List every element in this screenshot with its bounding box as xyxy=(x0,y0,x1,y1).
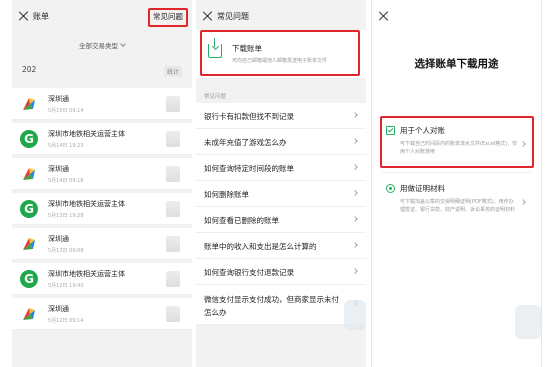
close-icon[interactable] xyxy=(203,11,213,21)
filter-label: 全部交易类型 xyxy=(79,42,118,50)
blurred-amount xyxy=(166,131,180,147)
transaction-row[interactable]: 深圳市地铁相关运营主体 5月14日 19:23 xyxy=(12,123,192,155)
chevron-right-icon xyxy=(352,164,358,170)
transaction-name: 深圳市地铁相关运营主体 xyxy=(48,270,125,278)
option-desc: 可下载加盖公章的交易明细证明(PDF格式)，用作办理签证、银行贷款、财产说明、诉… xyxy=(400,199,516,213)
month-label[interactable]: 202 xyxy=(22,65,36,74)
transaction-name: 深圳通 xyxy=(48,305,69,313)
chevron-right-icon xyxy=(352,112,358,118)
faq-question: 如何删除账单 xyxy=(204,190,249,199)
transaction-name: 深圳通 xyxy=(48,235,69,243)
faq-item[interactable]: 银行卡有扣款但找不到记录 xyxy=(196,103,366,129)
chevron-right-icon xyxy=(352,138,358,144)
faq-item[interactable]: 如何查询特定时间段的账单 xyxy=(196,155,366,181)
page-title: 账单 xyxy=(33,12,49,21)
stats-button[interactable]: 统计 xyxy=(163,66,182,77)
transaction-row[interactable]: 深圳通 5月14日 09:16 xyxy=(12,158,192,190)
transaction-time: 5月14日 19:23 xyxy=(48,143,84,149)
faq-question: 银行卡有扣款但找不到记录 xyxy=(204,112,294,121)
faq-question: 如何查看已删除的账单 xyxy=(204,216,279,225)
blurred-overlay xyxy=(344,300,366,330)
faq-question: 如何查询特定时间段的账单 xyxy=(204,164,294,173)
radio-icon xyxy=(386,184,395,193)
faq-item[interactable]: 账单中的收入和支出是怎么计算的 xyxy=(196,233,366,259)
page-title: 选择账单下载用途 xyxy=(414,58,499,70)
faq-question: 微信支付显示支付成功，但商家显示未付怎么办 xyxy=(204,295,339,317)
blurred-amount xyxy=(166,96,180,112)
transaction-time: 5月15日 09:14 xyxy=(48,108,84,114)
blurred-amount xyxy=(166,236,180,252)
transaction-name: 深圳通 xyxy=(48,165,69,173)
blurred-amount xyxy=(166,201,180,217)
month-header: 202 统计 xyxy=(12,60,192,80)
transaction-type-filter[interactable]: 全部交易类型 xyxy=(12,40,192,50)
chevron-down-icon xyxy=(120,41,126,47)
faq-item[interactable]: 如何删除账单 xyxy=(196,181,366,207)
transaction-time: 5月13日 19:28 xyxy=(48,213,84,219)
faq-question: 未成年充值了游戏怎么办 xyxy=(204,138,287,147)
faq-item[interactable]: 未成年充值了游戏怎么办 xyxy=(196,129,366,155)
bill-list-screen: 账单 常见问题 全部交易类型 202 统计 深圳通5月15日 09:14深圳市地… xyxy=(12,0,192,367)
metro-g-logo-icon xyxy=(20,270,38,288)
shenzhen-tong-logo-icon xyxy=(23,98,35,110)
divider xyxy=(382,172,531,173)
faq-item[interactable]: 微信支付显示支付成功，但商家显示未付怎么办 xyxy=(196,285,366,325)
faq-item[interactable]: 如何查询银行支付退款记录 xyxy=(196,259,366,285)
blurred-amount xyxy=(166,166,180,182)
transaction-row[interactable]: 深圳市地铁相关运营主体 5月12日 19:40 xyxy=(12,263,192,295)
faq-list: 银行卡有扣款但找不到记录 未成年充值了游戏怎么办 如何查询特定时间段的账单 如何删除账… xyxy=(196,103,366,325)
chevron-right-icon xyxy=(352,216,358,222)
transaction-time: 5月12日 19:40 xyxy=(48,283,84,289)
metro-g-logo-icon xyxy=(20,130,38,148)
option-label: 用做证明材料 xyxy=(400,184,445,193)
transaction-row[interactable]: 深圳通 5月15日 09:14 xyxy=(12,88,192,120)
transaction-row[interactable]: 深圳通 5月13日 09:08 xyxy=(12,228,192,260)
blurred-amount xyxy=(166,306,180,322)
top-bar: 常见问题 xyxy=(196,8,366,28)
faq-screen: 常见问题 下载账单 可向自己邮箱或他人邮箱发送电子账单文件 常见问题 银行卡有扣… xyxy=(196,0,366,367)
shenzhen-tong-logo-icon xyxy=(23,168,35,180)
close-icon[interactable] xyxy=(379,11,389,21)
faq-question: 如何查询银行支付退款记录 xyxy=(204,268,294,277)
blurred-amount xyxy=(166,271,180,287)
shenzhen-tong-logo-icon xyxy=(23,238,35,250)
transaction-row[interactable]: 深圳通 5月12日 09:14 xyxy=(12,298,192,330)
chevron-right-icon xyxy=(352,242,358,248)
blurred-overlay xyxy=(515,305,541,339)
faq-item[interactable]: 如何查看已删除的账单 xyxy=(196,207,366,233)
highlight-faq xyxy=(148,8,188,27)
faq-question: 账单中的收入和支出是怎么计算的 xyxy=(204,242,317,251)
chevron-right-icon xyxy=(520,199,526,205)
transaction-name: 深圳市地铁相关运营主体 xyxy=(48,200,125,208)
transaction-row[interactable]: 深圳市地铁相关运营主体 5月13日 19:28 xyxy=(12,193,192,225)
highlight-personal xyxy=(380,116,534,168)
transaction-time: 5月13日 09:08 xyxy=(48,248,84,254)
transaction-time: 5月14日 09:16 xyxy=(48,178,84,184)
chevron-right-icon xyxy=(352,268,358,274)
transaction-name: 深圳通 xyxy=(48,95,69,103)
chevron-right-icon xyxy=(352,190,358,196)
section-label: 常见问题 xyxy=(204,94,227,100)
highlight-download xyxy=(200,30,360,76)
metro-g-logo-icon xyxy=(20,200,38,218)
option-proof-material[interactable]: 用做证明材料 可下载加盖公章的交易明细证明(PDF格式)，用作办理签证、银行贷款… xyxy=(382,178,531,234)
download-purpose-screen: 选择账单下载用途 用于个人对账 可下载自己时间段内的账单流水文件(Excel格式… xyxy=(371,0,542,367)
transaction-time: 5月12日 09:14 xyxy=(48,318,84,324)
close-icon[interactable] xyxy=(19,11,29,21)
screenshot-stage: 账单 常见问题 全部交易类型 202 统计 深圳通 5月15日 09:14 深圳市地… xyxy=(0,0,554,367)
page-title: 常见问题 xyxy=(217,12,249,21)
shenzhen-tong-logo-icon xyxy=(23,308,35,320)
transaction-name: 深圳市地铁相关运营主体 xyxy=(48,130,125,138)
